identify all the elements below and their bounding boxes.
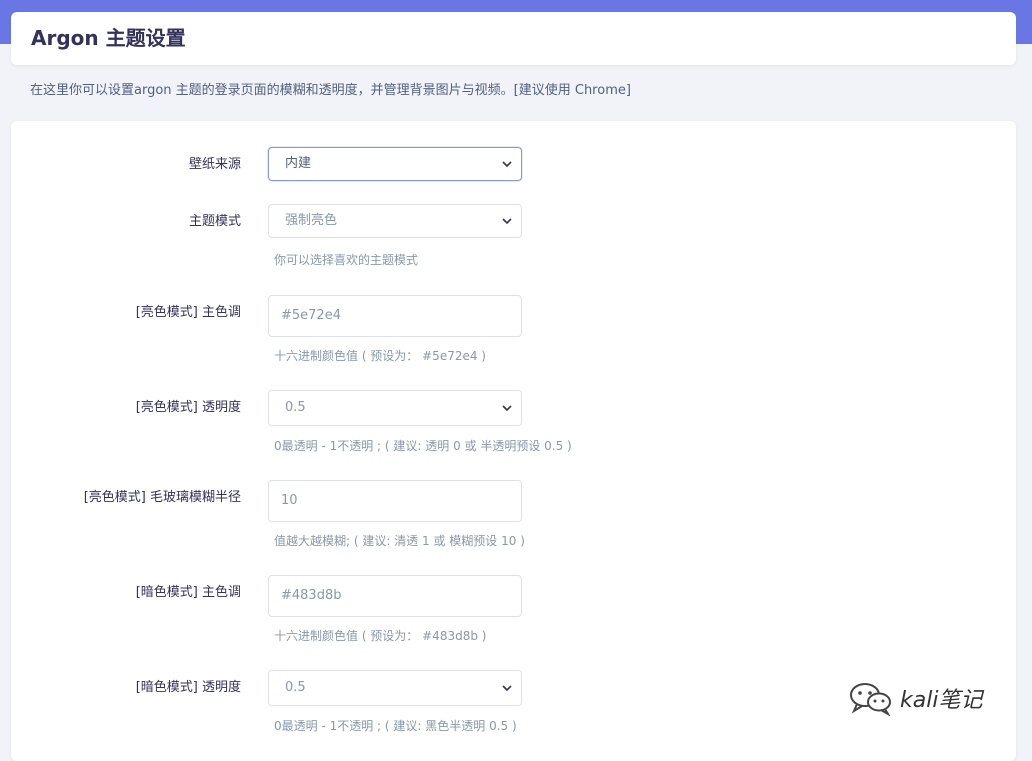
dark-opacity-label: [暗色模式] 透明度 [135,680,241,695]
theme-mode-select[interactable]: 强制亮色 [268,204,522,238]
light-blur-input[interactable]: 10 [268,480,522,522]
dark-opacity-value: 0.5 [285,680,306,695]
light-blur-label: [亮色模式] 毛玻璃模糊半径 [83,490,241,505]
chevron-down-icon [502,405,512,412]
theme-mode-help: 你可以选择喜欢的主题模式 [274,253,419,267]
wechat-icon [850,683,891,716]
light-blur-help: 值越大越模糊; ( 建议: 清透 1 或 模糊预设 10 ) [274,534,525,548]
light-opacity-help: 0最透明 - 1不透明 ; ( 建议: 透明 0 或 半透明预设 0.5 ) [274,439,572,453]
light-blur-value: 10 [281,493,298,508]
watermark: kali笔记 [848,680,982,716]
chevron-down-icon [502,161,512,168]
light-primary-input[interactable]: #5e72e4 [268,295,522,337]
light-primary-help: 十六进制颜色值 ( 预设为： #5e72e4 ) [274,349,486,363]
chevron-down-icon [502,685,512,692]
wallpaper-source-select[interactable]: 内建 [268,147,522,181]
page-title: Argon 主题设置 [31,26,186,50]
dark-opacity-select[interactable]: 0.5 [268,670,522,706]
theme-mode-value: 强制亮色 [285,213,338,228]
page-description: 在这里你可以设置argon 主题的登录页面的模糊和透明度，并管理背景图片与视频。… [30,83,631,98]
dark-primary-input[interactable]: #483d8b [268,575,522,617]
light-opacity-label: [亮色模式] 透明度 [135,400,241,415]
light-opacity-value: 0.5 [285,400,306,415]
wallpaper-source-label: 壁纸来源 [188,157,241,172]
theme-mode-label: 主题模式 [188,214,241,229]
chevron-down-icon [502,218,512,225]
light-opacity-select[interactable]: 0.5 [268,390,522,426]
wallpaper-source-value: 内建 [285,156,312,171]
light-primary-label: [亮色模式] 主色调 [135,305,241,320]
dark-primary-value: #483d8b [281,588,342,603]
watermark-text: kali笔记 [900,688,983,713]
dark-primary-label: [暗色模式] 主色调 [135,585,241,600]
header-card: Argon 主题设置 [11,12,1016,65]
dark-primary-help: 十六进制颜色值 ( 预设为： #483d8b ) [274,629,487,643]
dark-opacity-help: 0最透明 - 1不透明 ; ( 建议: 黑色半透明 0.5 ) [274,719,517,733]
settings-form: 壁纸来源 内建 主题模式 强制亮色 你可以选择喜欢的主题模式 [亮色模式] 主色… [11,121,1016,761]
light-primary-value: #5e72e4 [281,308,341,323]
